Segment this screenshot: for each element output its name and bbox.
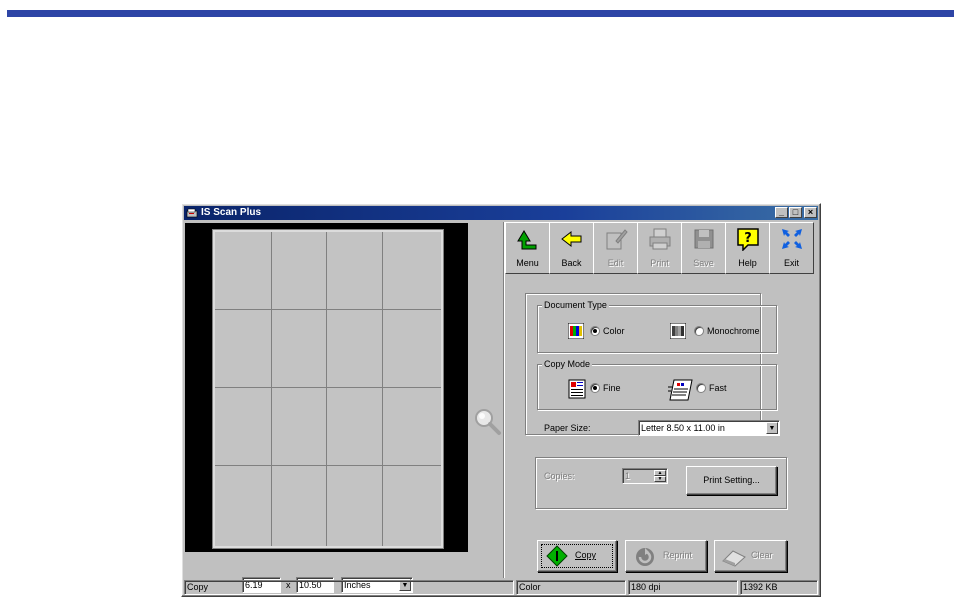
document-type-title: Document Type <box>542 300 609 310</box>
edit-label: Edit <box>607 258 624 268</box>
close-button[interactable]: × <box>804 207 817 218</box>
copies-value: 1 <box>625 471 631 481</box>
reprint-label: Reprint <box>663 550 693 560</box>
printer-icon <box>649 228 671 250</box>
monochrome-radio[interactable] <box>694 326 704 336</box>
page-grid-line <box>215 465 441 466</box>
reprint-button[interactable]: Reprint <box>625 540 707 572</box>
print-label: Print <box>650 258 669 268</box>
monochrome-label: Monochrome <box>707 326 760 336</box>
color-bars-icon <box>568 323 584 339</box>
fast-label: Fast <box>709 383 727 393</box>
help-button[interactable]: ? Help <box>725 222 770 274</box>
copies-field[interactable]: 1 ▲ ▼ <box>622 468 668 484</box>
copy-start-icon <box>546 545 568 567</box>
preview-page[interactable] <box>212 229 444 549</box>
radio-dot <box>593 329 597 333</box>
top-banner-bar <box>7 10 954 17</box>
title-bar[interactable]: IS Scan Plus _ □ × <box>184 206 818 220</box>
spin-down-icon[interactable]: ▼ <box>654 476 666 482</box>
back-label: Back <box>561 258 582 268</box>
clear-label: Clear <box>751 550 773 560</box>
exit-label: Exit <box>783 258 799 268</box>
floppy-disk-icon <box>694 229 714 249</box>
reprint-icon <box>636 548 654 566</box>
window-title: IS Scan Plus <box>201 207 262 218</box>
exit-arrows-icon <box>782 229 802 249</box>
toolbar: Menu Back Edit Print Save ? Help Exit <box>505 222 817 274</box>
status-color: Color <box>516 580 626 595</box>
fine-label: Fine <box>603 383 621 393</box>
svg-text:?: ? <box>744 231 752 246</box>
save-button[interactable]: Save <box>681 222 726 274</box>
yellow-left-arrow-icon <box>561 230 582 248</box>
menu-button[interactable]: Menu <box>505 222 550 274</box>
print-button[interactable]: Print <box>637 222 682 274</box>
status-bar: Copy Color 180 dpi 1392 KB <box>184 580 818 595</box>
save-label: Save <box>693 258 714 268</box>
status-size: 1392 KB <box>740 580 818 595</box>
copy-button[interactable]: Copy <box>537 540 617 572</box>
maximize-button[interactable]: □ <box>789 207 802 218</box>
page-grid-line <box>215 387 441 388</box>
back-button[interactable]: Back <box>549 222 594 274</box>
help-label: Help <box>738 258 757 268</box>
status-mode: Copy <box>184 580 514 595</box>
copies-label: Copies: <box>544 471 575 481</box>
green-up-arrow-icon <box>517 230 537 250</box>
help-question-icon: ? <box>737 228 759 251</box>
paper-size-label: Paper Size: <box>544 423 591 433</box>
exit-button[interactable]: Exit <box>769 222 814 274</box>
fast-document-icon <box>668 379 693 401</box>
zoom-magnifier-icon[interactable] <box>474 408 502 436</box>
status-dpi: 180 dpi <box>628 580 738 595</box>
paper-size-select[interactable]: Letter 8.50 x 11.00 in ▼ <box>638 420 780 436</box>
document-type-group: Document Type Color Monochrome <box>537 300 777 353</box>
color-label: Color <box>603 326 625 336</box>
fine-document-icon <box>568 379 586 399</box>
app-scanner-icon <box>186 208 198 218</box>
monochrome-bars-icon <box>670 323 686 339</box>
copy-label: Copy <box>575 550 597 560</box>
page-grid-line <box>382 232 383 546</box>
color-radio[interactable] <box>590 326 600 336</box>
preview-panel: 6.19 x 10.50 Inches ▼ <box>184 222 502 593</box>
minimize-button[interactable]: _ <box>775 207 788 218</box>
copy-mode-title: Copy Mode <box>542 359 593 369</box>
menu-label: Menu <box>516 258 539 268</box>
eraser-icon <box>722 550 746 567</box>
radio-dot <box>593 386 597 390</box>
panel-divider <box>503 222 505 578</box>
fine-radio[interactable] <box>590 383 600 393</box>
paper-size-value: Letter 8.50 x 11.00 in <box>641 423 725 433</box>
print-setting-button[interactable]: Print Setting... <box>686 466 777 495</box>
edit-icon <box>606 229 628 250</box>
edit-button[interactable]: Edit <box>593 222 638 274</box>
copies-group: Copies: 1 ▲ ▼ Print Setting... <box>535 457 787 509</box>
page-grid-line <box>271 232 272 546</box>
copy-mode-group: Copy Mode Fine Fast <box>537 359 777 410</box>
page-grid-line <box>326 232 327 546</box>
preview-area <box>185 223 468 552</box>
chevron-down-icon[interactable]: ▼ <box>766 422 778 434</box>
fast-radio[interactable] <box>696 383 706 393</box>
clear-button[interactable]: Clear <box>714 540 787 572</box>
app-window: IS Scan Plus _ □ × 6.19 x 10.50 Inches ▼ <box>181 203 821 597</box>
page-grid-line <box>215 309 441 310</box>
